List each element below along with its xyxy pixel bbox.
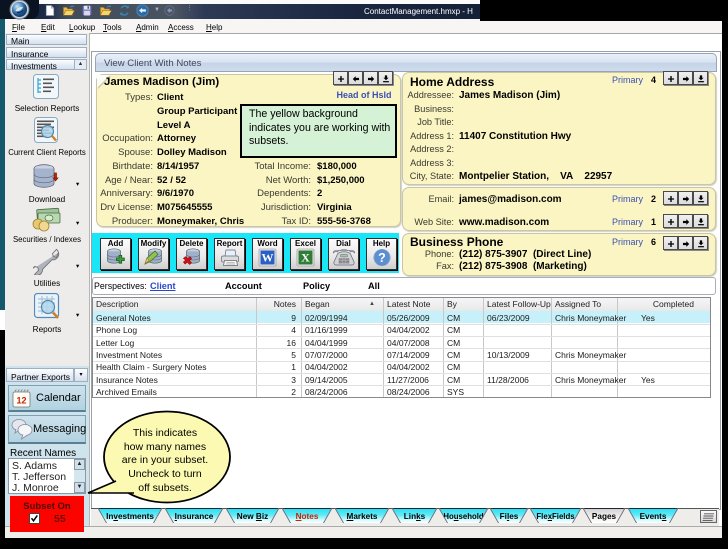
svg-text:?: ? [378,251,386,265]
svg-text:W: W [261,251,273,265]
svg-text:X: X [301,251,310,265]
svg-text:12: 12 [16,396,26,406]
